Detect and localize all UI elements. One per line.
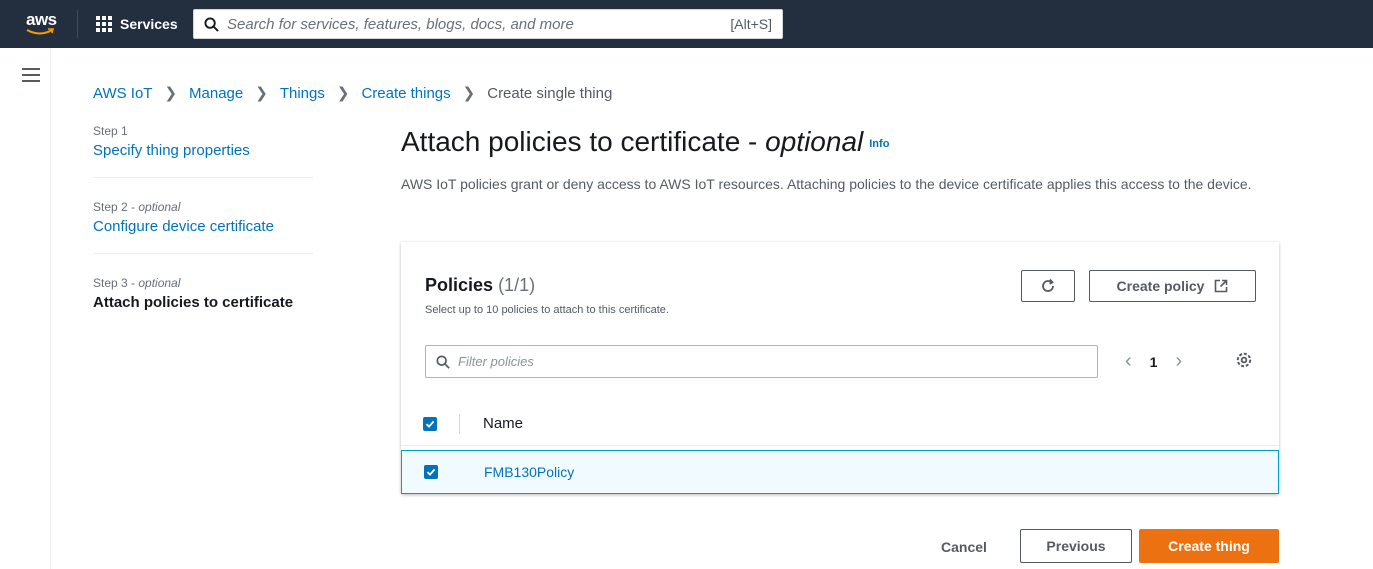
breadcrumb-create-things[interactable]: Create things xyxy=(361,85,450,102)
wizard-steps: Step 1 Specify thing properties Step 2 -… xyxy=(93,124,313,351)
create-policy-button[interactable]: Create policy xyxy=(1089,270,1256,302)
table-row[interactable]: FMB130Policy xyxy=(401,450,1279,494)
breadcrumb-manage[interactable]: Manage xyxy=(189,85,243,102)
chevron-right-icon: ❯ xyxy=(164,85,178,102)
page-description: AWS IoT policies grant or deny access to… xyxy=(401,176,1252,192)
create-thing-button[interactable]: Create thing xyxy=(1139,529,1279,563)
search-shortcut-hint: [Alt+S] xyxy=(730,16,772,32)
step-2-link[interactable]: Configure device certificate xyxy=(93,218,313,235)
info-link[interactable]: Info xyxy=(869,138,889,150)
breadcrumb-aws-iot[interactable]: AWS IoT xyxy=(93,85,152,102)
step-number: Step 2 - optional xyxy=(93,200,181,214)
cancel-button[interactable]: Cancel xyxy=(920,531,1008,563)
chevron-right-icon: ❯ xyxy=(462,85,476,102)
gear-icon xyxy=(1236,352,1252,368)
step-number: Step 1 xyxy=(93,124,128,138)
check-icon xyxy=(425,420,435,428)
page-number[interactable]: 1 xyxy=(1150,354,1158,370)
refresh-icon xyxy=(1042,278,1054,292)
check-icon xyxy=(426,468,436,476)
wizard-step-1: Step 1 Specify thing properties xyxy=(93,124,313,178)
create-policy-label: Create policy xyxy=(1116,278,1205,294)
breadcrumb-things[interactable]: Things xyxy=(280,85,325,102)
refresh-button[interactable] xyxy=(1021,270,1075,302)
wizard-step-2: Step 2 - optional Configure device certi… xyxy=(93,200,313,254)
policies-count: (1/1) xyxy=(498,275,536,295)
breadcrumb: AWS IoT ❯ Manage ❯ Things ❯ Create thing… xyxy=(93,84,613,103)
search-icon xyxy=(436,354,450,369)
policies-heading: Policies (1/1) xyxy=(425,275,536,295)
chevron-right-icon: ❯ xyxy=(255,85,268,102)
column-header-name[interactable]: Name xyxy=(483,415,523,432)
chevron-right-icon: ❯ xyxy=(336,85,350,102)
page-title: Attach policies to certificate - optiona… xyxy=(401,126,890,157)
policies-container: Policies (1/1) Select up to 10 policies … xyxy=(401,242,1279,494)
previous-button[interactable]: Previous xyxy=(1020,529,1132,563)
column-divider xyxy=(459,414,460,434)
side-navigation-rail xyxy=(50,48,51,569)
step-number: Step 3 - optional xyxy=(93,276,181,290)
aws-logo-text: aws xyxy=(26,10,57,29)
step-1-link[interactable]: Specify thing properties xyxy=(93,142,313,159)
grid-icon xyxy=(96,16,112,32)
nav-divider xyxy=(77,10,78,38)
top-navigation-bar: aws Services Search for services, featur… xyxy=(0,0,1373,48)
aws-smile-icon xyxy=(26,28,54,35)
pagination: ‹ 1 › xyxy=(1125,350,1182,373)
chevron-right-icon[interactable]: › xyxy=(1175,350,1182,373)
filter-policies-input[interactable]: Filter policies xyxy=(425,345,1098,378)
aws-logo[interactable]: aws xyxy=(20,8,64,40)
external-link-icon xyxy=(1215,279,1228,293)
global-search-input[interactable]: Search for services, features, blogs, do… xyxy=(193,9,783,39)
breadcrumb-current: Create single thing xyxy=(487,84,613,102)
services-menu-button[interactable]: Services xyxy=(86,10,182,38)
table-settings-button[interactable] xyxy=(1235,351,1253,374)
policy-name-link[interactable]: FMB130Policy xyxy=(484,464,574,480)
policies-subtitle: Select up to 10 policies to attach to th… xyxy=(425,304,669,316)
wizard-step-3: Step 3 - optional Attach policies to cer… xyxy=(93,276,313,329)
services-label: Services xyxy=(120,16,178,32)
filter-placeholder: Filter policies xyxy=(458,354,534,369)
select-all-checkbox[interactable] xyxy=(423,417,437,431)
chevron-left-icon[interactable]: ‹ xyxy=(1125,350,1132,373)
row-checkbox[interactable] xyxy=(424,465,438,479)
menu-icon[interactable] xyxy=(22,68,40,82)
step-3-current: Attach policies to certificate xyxy=(93,294,294,311)
search-icon xyxy=(204,16,219,32)
table-header-row: Name xyxy=(401,402,1279,446)
search-placeholder: Search for services, features, blogs, do… xyxy=(227,15,574,33)
